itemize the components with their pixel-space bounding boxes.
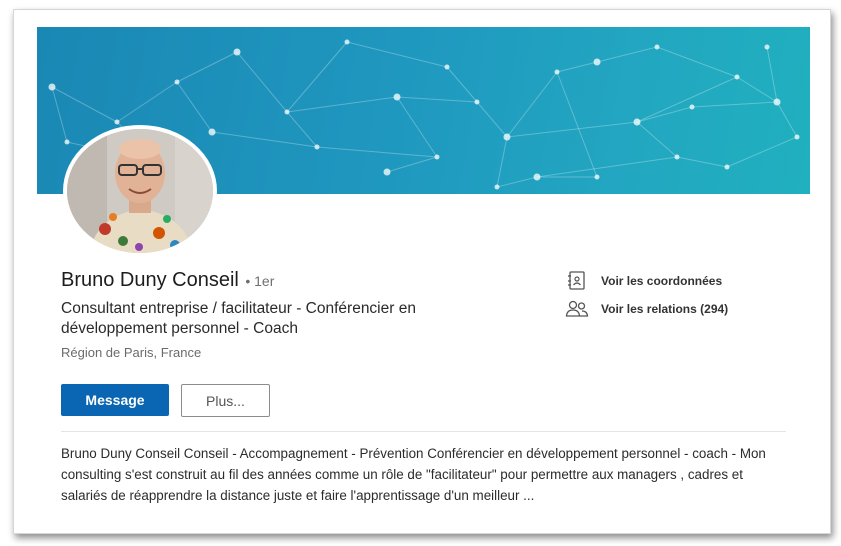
profile-avatar[interactable]: [63, 125, 217, 257]
network-line: [396, 96, 438, 158]
network-node: [764, 44, 770, 50]
network-node: [393, 93, 401, 101]
network-line: [286, 41, 348, 113]
profile-location: Région de Paris, France: [61, 345, 202, 360]
network-node: [773, 98, 781, 106]
network-node: [594, 174, 600, 180]
view-coordinates-label: Voir les coordonnées: [601, 274, 723, 288]
network-node: [114, 119, 120, 125]
network-node: [633, 118, 641, 126]
network-line: [736, 76, 778, 103]
network-node: [554, 69, 560, 75]
section-divider: [61, 431, 786, 432]
network-node: [654, 44, 660, 50]
network-line: [176, 51, 238, 83]
network-line: [286, 96, 398, 113]
message-button[interactable]: Message: [61, 384, 169, 416]
network-line: [476, 101, 508, 138]
network-node: [208, 128, 216, 136]
network-node: [444, 64, 450, 70]
network-line: [346, 41, 448, 68]
screenshot-frame: Bruno Duny Conseil • 1er Consultant entr…: [13, 9, 831, 534]
network-line: [506, 121, 638, 138]
profile-headline: Consultant entreprise / facilitateur - C…: [61, 300, 416, 337]
network-node: [724, 164, 730, 170]
network-line: [211, 131, 318, 148]
network-line: [51, 86, 68, 143]
people-icon: [565, 299, 589, 319]
network-line: [596, 46, 658, 63]
network-node: [474, 99, 480, 105]
network-node: [284, 109, 290, 115]
network-line: [496, 176, 538, 188]
network-node: [233, 48, 241, 56]
network-line: [556, 71, 598, 178]
network-line: [51, 86, 118, 123]
network-node: [503, 133, 511, 141]
view-coordinates-link[interactable]: Voir les coordonnées: [565, 267, 728, 295]
network-node: [593, 58, 601, 66]
network-node: [383, 168, 391, 176]
avatar-photo: [67, 129, 213, 253]
network-node: [48, 83, 56, 91]
profile-summary: Bruno Duny Conseil Conseil - Accompagnem…: [61, 446, 766, 503]
network-line: [116, 81, 178, 123]
network-node: [689, 104, 695, 110]
network-line: [636, 121, 678, 158]
network-line: [446, 66, 478, 103]
network-line: [776, 101, 798, 138]
network-line: [316, 146, 438, 158]
network-node: [434, 154, 440, 160]
connection-degree: • 1er: [245, 273, 275, 289]
network-line: [286, 111, 318, 148]
network-line: [766, 46, 778, 103]
network-line: [556, 61, 598, 73]
network-node: [734, 74, 740, 80]
network-line: [726, 136, 798, 168]
network-node: [174, 79, 180, 85]
network-node: [494, 184, 500, 190]
contact-links: Voir les coordonnées Voir les relations …: [565, 267, 728, 323]
network-line: [506, 71, 558, 138]
network-line: [496, 136, 508, 188]
network-line: [676, 156, 728, 168]
profile-name: Bruno Duny Conseil: [61, 269, 239, 291]
network-line: [176, 81, 213, 133]
contact-card-icon: [565, 271, 589, 291]
network-line: [386, 156, 438, 173]
view-relations-label: Voir les relations (294): [601, 302, 729, 316]
network-node: [344, 39, 350, 45]
more-button[interactable]: Plus...: [181, 384, 270, 417]
network-line: [691, 101, 778, 108]
network-node: [674, 154, 680, 160]
network-line: [236, 51, 288, 113]
network-node: [533, 173, 541, 181]
profile-card: Bruno Duny Conseil • 1er Consultant entr…: [37, 27, 810, 527]
network-line: [636, 76, 738, 123]
network-node: [64, 139, 70, 145]
network-line: [656, 46, 738, 78]
view-relations-link[interactable]: Voir les relations (294): [565, 295, 728, 323]
network-line: [396, 96, 478, 103]
profile-name-row: Bruno Duny Conseil • 1er: [61, 269, 274, 292]
network-line: [536, 156, 678, 178]
network-node: [794, 134, 800, 140]
network-node: [314, 144, 320, 150]
